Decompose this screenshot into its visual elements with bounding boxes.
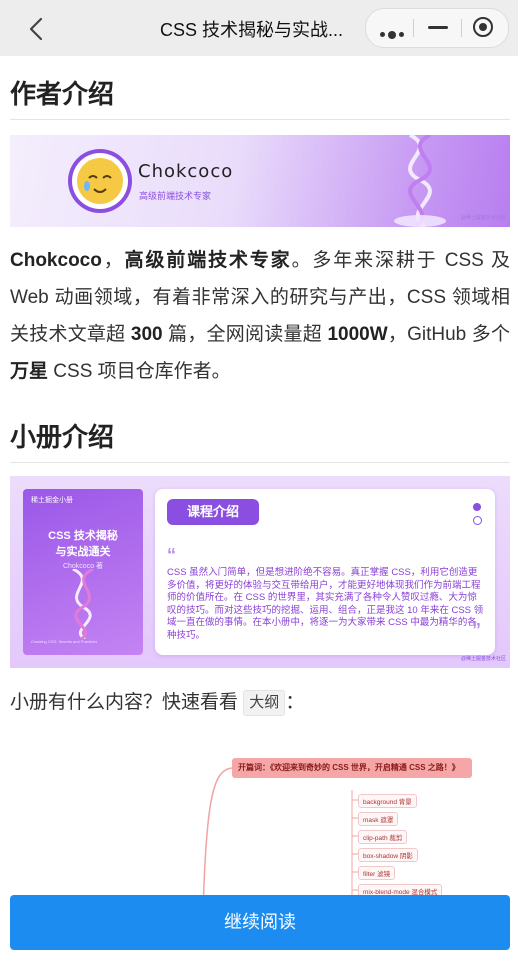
author-bio: Chokcoco，高级前端技术专家。多年来深耕于 CSS 及 Web 动画领域，… <box>10 250 510 382</box>
brand-label: 稀土掘金小册 <box>31 497 73 504</box>
page-title: CSS 技术揭秘与实战... <box>160 20 344 40</box>
minimize-icon[interactable] <box>428 26 448 29</box>
mindmap-node: filter 滤镜 <box>358 866 396 880</box>
mindmap-node: box-shadow 阴影 <box>358 848 418 862</box>
mindmap-node: clip-path 裁剪 <box>358 830 408 844</box>
dot-indicator <box>473 516 482 525</box>
mindmap-node: mask 遮罩 <box>358 812 399 826</box>
image-credit: @稀土掘金技术社区 <box>460 656 506 662</box>
cover-title-2: 与实战通关 <box>55 546 111 558</box>
outline-prompt: 小册有什么内容？快速看看 大纲： <box>10 687 304 716</box>
divider <box>10 462 510 463</box>
image-credit: @稀土掘金技术社区 <box>460 215 506 221</box>
author-banner: Chokcoco 高级前端技术专家 @稀土掘金技术社区 <box>10 135 510 227</box>
course-description: CSS 虽然入门简单，但是想进阶绝不容易。真正掌握 CSS，利用它创造更多价值，… <box>167 567 484 641</box>
course-intro-card: 课程介绍 “ CSS 虽然入门简单，但是想进阶绝不容易。真正掌握 CSS，利用它… <box>155 489 495 655</box>
dot-indicator <box>473 503 481 511</box>
chevron-left-icon[interactable] <box>24 16 50 42</box>
course-intro-tab: 课程介绍 <box>167 499 259 526</box>
top-nav-bar: CSS 技术揭秘与实战... <box>0 0 518 56</box>
dna-helix-icon <box>394 135 446 227</box>
outline-tag[interactable]: 大纲 <box>243 690 286 716</box>
more-dots-icon[interactable] <box>380 26 407 44</box>
divider <box>10 119 510 120</box>
quote-close-icon: ” <box>472 620 481 640</box>
avatar <box>77 158 123 204</box>
book-heading: 小册介绍 <box>10 422 115 452</box>
author-heading: 作者介绍 <box>10 79 115 109</box>
author-name: Chokcoco <box>138 161 234 182</box>
book-banner: 稀土掘金小册 CSS 技术揭秘 与实战通关 Chokcoco 著 Crackin… <box>10 476 510 668</box>
author-title: 高级前端技术专家 <box>139 191 212 201</box>
mindmap-node: background 背景 <box>358 794 417 808</box>
mini-program-capsule <box>365 8 509 48</box>
continue-reading-button[interactable]: 继续阅读 <box>10 895 510 950</box>
cover-footer: Cracking CSS: Secrets and Practices <box>31 639 98 644</box>
mindmap-root: 开篇词：《欢迎来到奇妙的 CSS 世界，开启精通 CSS 之路！》 <box>232 758 472 778</box>
cat-face-icon <box>82 160 118 193</box>
quote-open-icon: “ <box>167 545 176 565</box>
book-cover: 稀土掘金小册 CSS 技术揭秘 与实战通关 Chokcoco 著 Crackin… <box>23 489 143 655</box>
target-icon[interactable] <box>473 17 493 37</box>
cover-title-1: CSS 技术揭秘 <box>48 530 118 542</box>
dna-helix-icon <box>72 569 94 639</box>
